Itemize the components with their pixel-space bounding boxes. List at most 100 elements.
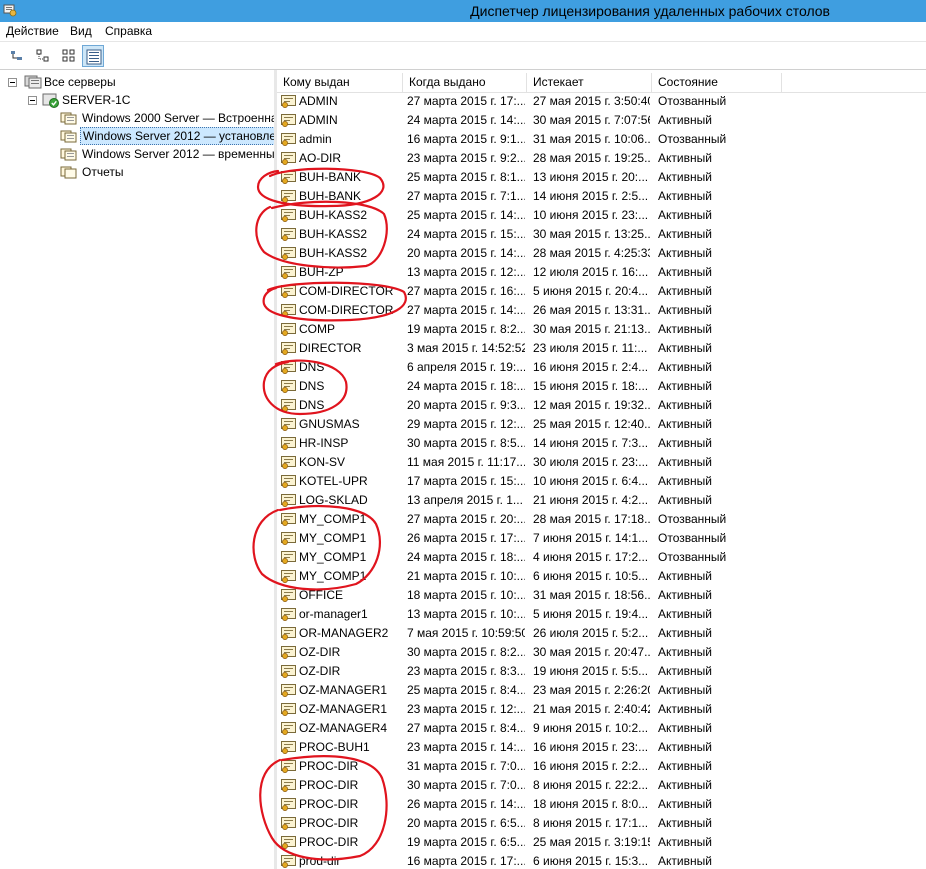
table-row[interactable]: AO-DIR 23 марта 2015 г. 9:2... 28 мая 2015… <box>277 149 926 168</box>
table-row[interactable]: OZ-MANAGER4 27 марта 2015 г. 8:4... 9 июня… <box>277 719 926 738</box>
table-row[interactable]: or-manager1 13 марта 2015 г. 10:... 5 июня… <box>277 605 926 624</box>
cell-status: Активный <box>658 436 712 450</box>
table-row[interactable]: LOG-SKLAD 13 апреля 2015 г. 1... 21 июня 2… <box>277 491 926 510</box>
certificate-icon <box>281 646 296 659</box>
table-row[interactable]: BUH-KASS2 25 марта 2015 г. 14:... 10 июня … <box>277 206 926 225</box>
table-row[interactable]: OZ-MANAGER1 23 марта 2015 г. 12:... 21 мая… <box>277 700 926 719</box>
table-row[interactable]: OR-MANAGER2 7 мая 2015 г. 10:59:50 26 июля… <box>277 624 926 643</box>
cell-issued-to: DNS <box>299 360 325 374</box>
table-row[interactable]: COM-DIRECTOR 27 марта 2015 г. 16:... 5 июн… <box>277 282 926 301</box>
menu-help[interactable]: Справка <box>103 22 154 41</box>
certificate-icon <box>281 133 296 146</box>
column-header-issued-date[interactable]: Когда выдано <box>403 73 527 92</box>
certificate-icon <box>281 209 296 222</box>
table-row[interactable]: MY_COMP1 24 марта 2015 г. 18:... 4 июня 20… <box>277 548 926 567</box>
details-view-button[interactable] <box>82 45 104 67</box>
tree-label-reports: Отчеты <box>82 165 124 179</box>
table-row[interactable]: PROC-BUH1 23 марта 2015 г. 14:... 16 июня … <box>277 738 926 757</box>
cell-issued-date: 27 марта 2015 г. 14:... <box>407 303 525 317</box>
tree-node-ws2012-installed[interactable]: Windows Server 2012 — установле <box>0 127 274 145</box>
servers-icon <box>24 75 42 89</box>
menu-view[interactable]: Вид <box>68 22 94 41</box>
table-row[interactable]: HR-INSP 30 марта 2015 г. 8:5... 14 июня 20… <box>277 434 926 453</box>
cell-issued-date: 29 марта 2015 г. 12:... <box>407 417 525 431</box>
certificate-icon <box>281 665 296 678</box>
tree-node-reports[interactable]: Отчеты <box>0 163 274 181</box>
certificate-icon <box>281 114 296 127</box>
table-row[interactable]: BUH-BANK 25 марта 2015 г. 8:1... 13 июня 2… <box>277 168 926 187</box>
certificate-icon <box>281 247 296 260</box>
table-row[interactable]: PROC-DIR 26 марта 2015 г. 14:... 18 июня 2… <box>277 795 926 814</box>
column-header-expires[interactable]: Истекает <box>527 73 652 92</box>
table-row[interactable]: prod-dir 16 марта 2015 г. 17:... 6 июня 20… <box>277 852 926 869</box>
table-row[interactable]: KOTEL-UPR 17 марта 2015 г. 15:... 10 июня … <box>277 472 926 491</box>
details-view-icon <box>86 49 102 65</box>
certificate-icon <box>281 475 296 488</box>
column-header-issued-to[interactable]: Кому выдан <box>277 73 403 92</box>
window-title: Диспетчер лицензирования удаленных рабоч… <box>470 3 830 19</box>
table-row[interactable]: admin 16 марта 2015 г. 9:1... 31 мая 2015 … <box>277 130 926 149</box>
cell-issued-date: 19 марта 2015 г. 8:2... <box>407 322 525 336</box>
cell-issued-to: OZ-MANAGER4 <box>299 721 388 735</box>
table-row[interactable]: ADMIN 27 марта 2015 г. 17:... 27 мая 2015 … <box>277 92 926 111</box>
cell-issued-to: BUH-ZP <box>299 265 344 279</box>
table-row[interactable]: DIRECTOR 3 мая 2015 г. 14:52:52 23 июля 20… <box>277 339 926 358</box>
cell-status: Отозванный <box>658 550 727 564</box>
table-row[interactable]: KON-SV 11 мая 2015 г. 11:17... 30 июля 201… <box>277 453 926 472</box>
table-row[interactable]: BUH-BANK 27 марта 2015 г. 7:1... 14 июня 2… <box>277 187 926 206</box>
certificate-icon <box>281 608 296 621</box>
cell-issued-to: COMP <box>299 322 335 336</box>
table-row[interactable]: BUH-ZP 13 марта 2015 г. 12:... 12 июля 201… <box>277 263 926 282</box>
table-row[interactable]: PROC-DIR 20 марта 2015 г. 6:5... 8 июня 20… <box>277 814 926 833</box>
table-row[interactable]: BUH-KASS2 24 марта 2015 г. 15:... 30 мая 2… <box>277 225 926 244</box>
expand-button[interactable] <box>32 45 54 67</box>
tree-node-all-servers[interactable]: Все серверы <box>0 73 274 91</box>
cell-status: Активный <box>658 721 712 735</box>
cell-issued-to: AO-DIR <box>299 151 341 165</box>
table-row[interactable]: OFFICE 18 марта 2015 г. 10:... 31 мая 2015… <box>277 586 926 605</box>
tree-view-button[interactable] <box>6 45 28 67</box>
table-row[interactable]: ADMIN 24 марта 2015 г. 14:... 30 мая 2015 … <box>277 111 926 130</box>
table-row[interactable]: MY_COMP1 26 марта 2015 г. 17:... 7 июня 20… <box>277 529 926 548</box>
cell-expires: 14 июня 2015 г. 2:5... <box>533 189 649 203</box>
table-row[interactable]: DNS 24 марта 2015 г. 18:... 15 июня 2015 г… <box>277 377 926 396</box>
cell-status: Активный <box>658 664 712 678</box>
menu-action[interactable]: Действие <box>4 22 61 41</box>
group-button[interactable] <box>58 45 80 67</box>
table-row[interactable]: COMP 19 марта 2015 г. 8:2... 30 мая 2015 г… <box>277 320 926 339</box>
table-row[interactable]: DNS 6 апреля 2015 г. 19:... 16 июня 2015 г… <box>277 358 926 377</box>
table-row[interactable]: GNUSMAS 29 марта 2015 г. 12:... 25 мая 201… <box>277 415 926 434</box>
table-row[interactable]: OZ-MANAGER1 25 марта 2015 г. 8:4... 23 мая… <box>277 681 926 700</box>
cell-issued-to: OZ-MANAGER1 <box>299 702 388 716</box>
collapse-icon[interactable] <box>8 78 17 87</box>
tree-node-win2000[interactable]: Windows 2000 Server — Встроенна <box>0 109 274 127</box>
cell-issued-date: 27 марта 2015 г. 17:... <box>407 94 525 108</box>
cell-expires: 10 июня 2015 г. 6:4... <box>533 474 649 488</box>
certificate-icon <box>281 95 296 108</box>
table-row[interactable]: MY_COMP1 27 марта 2015 г. 20:... 28 мая 20… <box>277 510 926 529</box>
table-row[interactable]: DNS 20 марта 2015 г. 9:3... 12 мая 2015 г.… <box>277 396 926 415</box>
tree-node-ws2012-temporary[interactable]: Windows Server 2012 — временны <box>0 145 274 163</box>
table-row[interactable]: PROC-DIR 31 марта 2015 г. 7:0... 16 июня 2… <box>277 757 926 776</box>
cell-status: Отозванный <box>658 132 727 146</box>
cell-status: Активный <box>658 455 712 469</box>
cell-issued-date: 27 марта 2015 г. 20:... <box>407 512 525 526</box>
column-header-status[interactable]: Состояние <box>652 73 782 92</box>
cell-issued-date: 24 марта 2015 г. 18:... <box>407 550 525 564</box>
cell-expires: 26 мая 2015 г. 13:31... <box>533 303 650 317</box>
table-row[interactable]: COM-DIRECTOR 27 марта 2015 г. 14:... 26 ма… <box>277 301 926 320</box>
table-row[interactable]: OZ-DIR 30 марта 2015 г. 8:2... 30 мая 2015… <box>277 643 926 662</box>
table-row[interactable]: BUH-KASS2 20 марта 2015 г. 14:... 28 мая 2… <box>277 244 926 263</box>
tree-node-server[interactable]: SERVER-1C <box>0 91 274 109</box>
certificate-icon <box>281 380 296 393</box>
tree-pane: Все серверы SERVER-1C Windows 2000 Serve… <box>0 70 275 869</box>
table-row[interactable]: PROC-DIR 30 марта 2015 г. 7:0... 8 июня 20… <box>277 776 926 795</box>
cell-issued-to: DNS <box>299 379 325 393</box>
cell-issued-date: 18 марта 2015 г. 10:... <box>407 588 525 602</box>
table-row[interactable]: PROC-DIR 19 марта 2015 г. 6:5... 25 мая 20… <box>277 833 926 852</box>
table-row[interactable]: OZ-DIR 23 марта 2015 г. 8:3... 19 июня 201… <box>277 662 926 681</box>
table-row[interactable]: MY_COMP1 21 марта 2015 г. 10:... 6 июня 20… <box>277 567 926 586</box>
cell-issued-to: MY_COMP1 <box>299 550 367 564</box>
collapse-icon[interactable] <box>28 96 37 105</box>
cell-issued-to: BUH-BANK <box>299 170 362 184</box>
